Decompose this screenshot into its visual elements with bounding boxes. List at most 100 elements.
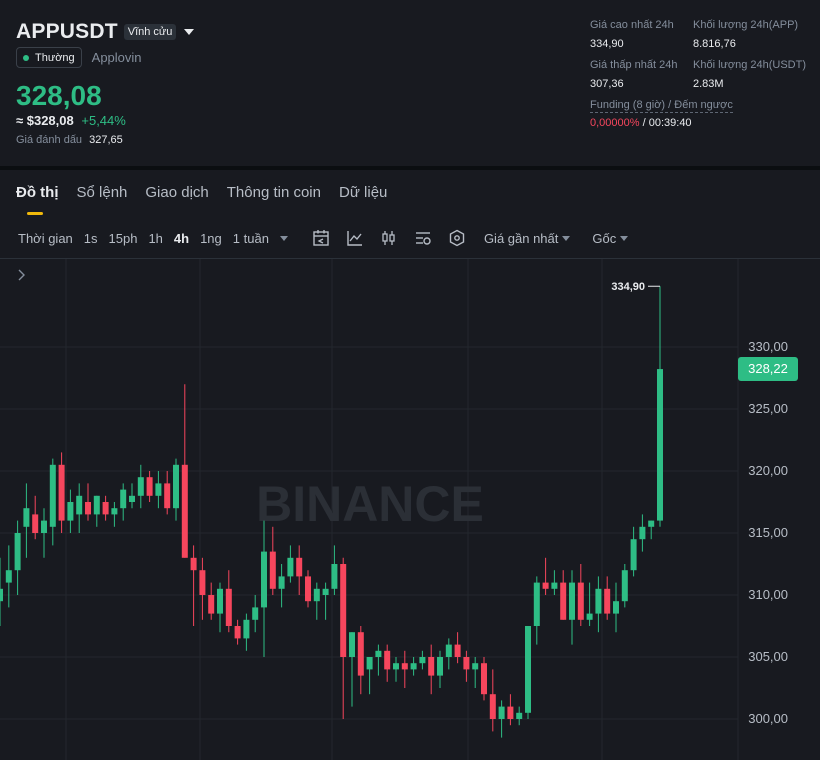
shield-icon[interactable] <box>448 229 466 247</box>
settings-chart-icon[interactable] <box>414 229 432 247</box>
stat-low: Giá thấp nhất 24h 307,36 <box>590 59 677 90</box>
candle <box>322 582 329 620</box>
stat-low-label: Giá thấp nhất 24h <box>590 59 678 71</box>
interval-4h[interactable]: 4h <box>174 231 189 246</box>
candle-body <box>401 663 408 670</box>
candle-body <box>384 650 391 670</box>
funding-block: Funding (8 giờ) / Đếm ngược 0,00000% / 0… <box>590 99 733 129</box>
candle-body <box>137 477 144 496</box>
candle <box>85 483 91 521</box>
last-price: 328,08 <box>16 80 102 111</box>
tab-coin-info[interactable]: Thông tin coin <box>227 184 321 201</box>
candle-body <box>23 508 30 527</box>
symbol-row[interactable]: APPUSDT Vĩnh cửu <box>16 20 195 44</box>
candle <box>569 570 575 645</box>
usd-price: ≈ $328,08 <box>16 113 74 128</box>
chevron-down-icon <box>562 235 571 241</box>
status-badge-label: Thường <box>35 51 75 64</box>
candle <box>648 520 655 540</box>
funding-label[interactable]: Funding (8 giờ) / Đếm ngược <box>590 99 733 113</box>
tag-row: Thường Applovin <box>16 47 142 68</box>
interval-more-icon[interactable] <box>279 235 288 241</box>
candle-body <box>366 657 373 670</box>
candle <box>595 576 602 633</box>
tab-chart[interactable]: Đồ thị <box>16 184 59 201</box>
candle-body <box>393 663 399 670</box>
candle-body <box>577 582 584 620</box>
candle <box>14 520 21 595</box>
candle-body <box>269 551 276 589</box>
candle <box>313 582 320 620</box>
candle <box>428 644 435 695</box>
candle-body <box>349 632 355 657</box>
section-divider <box>0 166 820 170</box>
candle <box>639 514 646 552</box>
candle-body <box>410 663 417 670</box>
candle <box>102 495 109 521</box>
candle <box>234 619 241 645</box>
stat-low-value: 307,36 <box>590 78 624 90</box>
candle <box>225 570 232 633</box>
candle-body <box>14 533 21 571</box>
interval-1w[interactable]: 1 tuần <box>233 231 269 246</box>
stat-high: Giá cao nhất 24h 334,90 <box>590 19 674 50</box>
status-badge: Thường <box>16 47 82 68</box>
candle-body <box>58 464 65 521</box>
high-marker: 334,90 <box>611 281 660 293</box>
candle <box>217 582 223 633</box>
candle-body <box>481 663 487 695</box>
candle-body <box>375 650 382 657</box>
interval-1d[interactable]: 1ng <box>200 231 222 246</box>
tab-trades[interactable]: Giao dịch <box>145 184 208 201</box>
candle-body <box>208 595 215 614</box>
stat-high-label: Giá cao nhất 24h <box>590 19 674 31</box>
candle <box>410 657 417 676</box>
stat-volume-quote-value: 2.83M <box>693 78 724 90</box>
candle-body <box>507 706 514 719</box>
company-name: Applovin <box>91 50 142 65</box>
candle <box>287 545 294 583</box>
candle <box>76 483 83 533</box>
candle-body <box>252 607 259 620</box>
candle <box>375 644 382 676</box>
y-axis-labels: 330,00 325,00 320,00 315,00 310,00 305,00 300,… <box>748 339 788 726</box>
symbol-title[interactable]: APPUSDT <box>16 20 118 44</box>
interval-1h[interactable]: 1h <box>148 231 162 246</box>
interval-1s[interactable]: 1s <box>84 231 98 246</box>
candle-body <box>489 694 496 719</box>
candle-body <box>313 588 320 602</box>
stat-volume-quote-label: Khối lượng 24h(USDT) <box>693 59 807 71</box>
y-tick-label: 310,00 <box>748 587 788 602</box>
candlestick-chart[interactable]: BINANCE 330,00 325,00 320,00 315,00 310,00 30… <box>0 259 820 760</box>
candle <box>445 638 452 670</box>
candle <box>586 582 593 626</box>
mode-dropdown[interactable]: Gốc <box>592 231 629 246</box>
calendar-icon[interactable] <box>312 229 330 247</box>
candle-body <box>445 644 452 657</box>
candle-body <box>340 564 347 657</box>
price-type-dropdown[interactable]: Giá gần nhất <box>483 230 571 246</box>
usd-price-row: ≈ $328,08 +5,44% <box>16 113 126 128</box>
candle-body <box>419 657 426 664</box>
y-tick-label: 320,00 <box>748 463 788 478</box>
candle-body <box>569 582 575 620</box>
indicator-icon[interactable] <box>346 229 364 247</box>
candle-body <box>181 464 188 558</box>
candle-body <box>586 613 593 620</box>
candle-body <box>639 526 646 540</box>
candle-type-icon[interactable] <box>380 229 398 247</box>
funding-rate: 0,00000% <box>590 117 640 129</box>
status-dot-icon <box>23 54 29 61</box>
tab-order-book[interactable]: Sổ lệnh <box>77 184 128 201</box>
tab-data[interactable]: Dữ liệu <box>339 184 387 201</box>
candle <box>577 564 584 626</box>
chevron-right-icon[interactable] <box>16 268 28 287</box>
chevron-down-icon[interactable] <box>184 29 195 35</box>
candle-body <box>331 564 338 589</box>
interval-15m[interactable]: 15ph <box>109 231 138 246</box>
price-type-label: Giá gần nhất <box>483 230 559 246</box>
candle <box>516 706 523 726</box>
candle <box>164 471 171 515</box>
candle <box>208 582 215 620</box>
candle <box>472 657 479 688</box>
